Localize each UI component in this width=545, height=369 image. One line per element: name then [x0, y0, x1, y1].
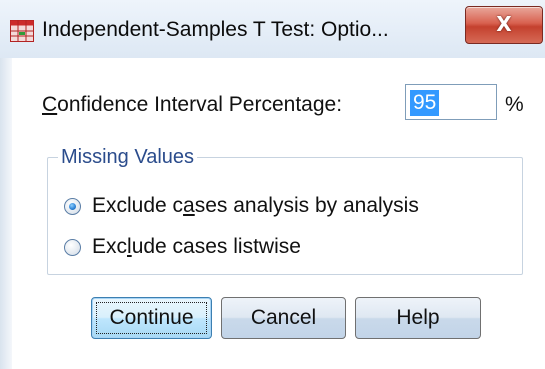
continue-button[interactable]: Continue — [91, 297, 212, 339]
focus-ring — [96, 302, 207, 334]
radio-label: Exclude cases analysis by analysis — [92, 194, 419, 217]
cancel-button[interactable]: Cancel — [221, 297, 346, 339]
title-bar[interactable]: Independent-Samples T Test: Optio... X — [0, 0, 545, 58]
radio-button[interactable] — [64, 239, 81, 256]
radio-selected-dot — [69, 203, 76, 210]
confidence-interval-label: Confidence Interval Percentage: — [42, 93, 343, 116]
window-title: Independent-Samples T Test: Optio... — [42, 18, 389, 41]
percent-sign: % — [505, 93, 524, 116]
radio-label: Exclude cases listwise — [92, 235, 301, 258]
missing-values-legend: Missing Values — [58, 146, 198, 169]
spss-table-icon — [10, 20, 34, 42]
help-button[interactable]: Help — [355, 297, 481, 339]
close-icon: X — [496, 12, 512, 36]
radio-button-selected[interactable] — [64, 198, 81, 215]
close-button[interactable]: X — [465, 6, 543, 44]
confidence-interval-value: 95 — [410, 90, 440, 116]
dialog-window: Independent-Samples T Test: Optio... X C… — [0, 0, 545, 369]
window-left-border — [0, 58, 12, 369]
confidence-interval-input[interactable]: 95 — [405, 84, 497, 120]
